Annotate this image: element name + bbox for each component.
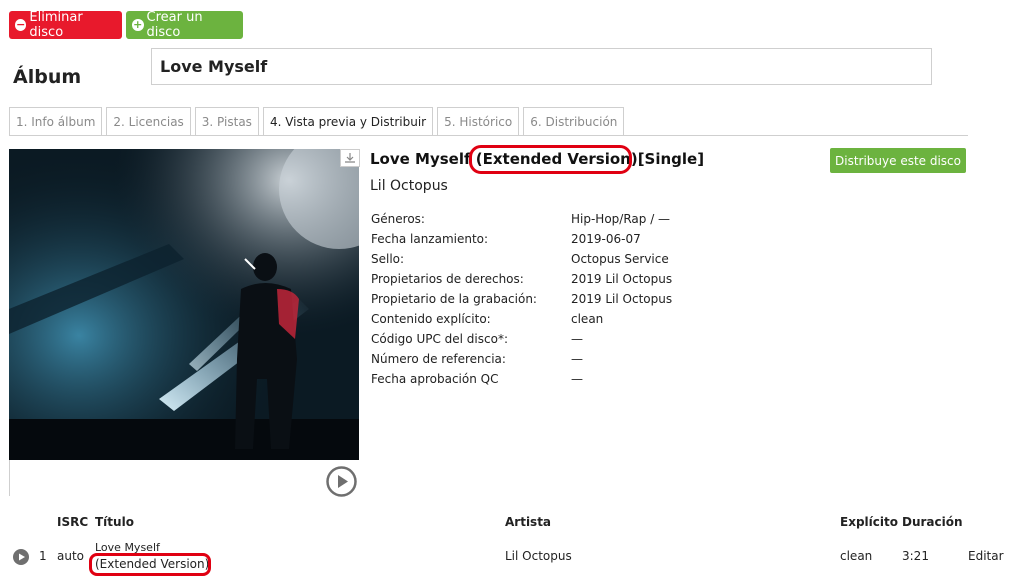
- detail-row-rights-owners: Propietarios de derechos: 2019 Lil Octop…: [371, 270, 971, 290]
- column-header-duration: Duración: [902, 515, 963, 529]
- tab-tracks[interactable]: 3. Pistas: [194, 107, 259, 135]
- tab-history[interactable]: 5. Histórico: [437, 107, 520, 135]
- track-duration: 3:21: [902, 549, 929, 563]
- detail-key: Número de referencia:: [371, 352, 506, 366]
- edit-track-link[interactable]: Editar: [968, 549, 1004, 563]
- release-details: Géneros: Hip-Hop/Rap / — Fecha lanzamien…: [371, 210, 971, 390]
- track-explicit: clean: [840, 549, 873, 563]
- column-header-title: Título: [95, 515, 134, 529]
- plus-icon: +: [132, 18, 144, 31]
- delete-release-button[interactable]: − Eliminar disco: [9, 10, 122, 40]
- distribute-release-button[interactable]: Distribuye este disco: [830, 148, 966, 173]
- play-preview-icon[interactable]: [326, 466, 357, 497]
- detail-key: Código UPC del disco*:: [371, 332, 508, 346]
- detail-value: —: [571, 332, 583, 346]
- detail-key: Sello:: [371, 252, 405, 266]
- detail-key: Propietario de la grabación:: [371, 292, 537, 306]
- play-track-icon[interactable]: [13, 549, 29, 565]
- detail-value: —: [571, 352, 583, 366]
- detail-key: Géneros:: [371, 212, 425, 226]
- tab-licenses[interactable]: 2. Licencias: [106, 107, 191, 135]
- detail-row-release-date: Fecha lanzamiento: 2019-06-07: [371, 230, 971, 250]
- detail-key: Fecha lanzamiento:: [371, 232, 489, 246]
- column-header-isrc: ISRC: [57, 515, 89, 529]
- track-artist: Lil Octopus: [505, 549, 572, 563]
- detail-key: Propietarios de derechos:: [371, 272, 524, 286]
- release-artist: Lil Octopus: [370, 178, 448, 194]
- tab-bar: 1. Info álbum 2. Licencias 3. Pistas 4. …: [9, 107, 628, 135]
- detail-value: Octopus Service: [571, 252, 669, 266]
- tab-distribution[interactable]: 6. Distribución: [523, 107, 625, 135]
- tab-divider: [9, 135, 968, 136]
- detail-row-qc-date: Fecha aprobación QC —: [371, 370, 971, 390]
- delete-release-label: Eliminar disco: [29, 10, 83, 40]
- track-isrc: auto: [57, 549, 85, 563]
- highlight-annotation: [89, 553, 211, 576]
- detail-value: Hip-Hop/Rap / —: [571, 212, 671, 226]
- cover-art-image: [9, 149, 359, 460]
- detail-value: clean: [571, 312, 604, 326]
- detail-key: Contenido explícito:: [371, 312, 491, 326]
- detail-value: 2019 Lil Octopus: [571, 292, 673, 306]
- create-release-button[interactable]: + Crear un disco: [126, 10, 243, 40]
- cover-divider: [9, 460, 10, 496]
- album-name-input[interactable]: [151, 48, 932, 85]
- minus-icon: −: [15, 18, 27, 31]
- detail-key: Fecha aprobación QC: [371, 372, 499, 386]
- detail-row-reference: Número de referencia: —: [371, 350, 971, 370]
- column-header-explicit: Explícito: [840, 515, 898, 529]
- create-release-label: Crear un disco: [146, 10, 203, 40]
- download-icon[interactable]: [340, 149, 360, 167]
- track-number: 1: [39, 549, 47, 563]
- release-title-type: [Single]: [637, 150, 705, 168]
- detail-value: —: [571, 372, 583, 386]
- detail-value: 2019-06-07: [571, 232, 641, 246]
- column-header-artist: Artista: [505, 515, 552, 529]
- detail-row-explicit: Contenido explícito: clean: [371, 310, 971, 330]
- detail-value: 2019 Lil Octopus: [571, 272, 673, 286]
- highlight-annotation: [469, 145, 632, 174]
- detail-row-label: Sello: Octopus Service: [371, 250, 971, 270]
- tab-album-info[interactable]: 1. Info álbum: [9, 107, 103, 135]
- detail-row-recording-owner: Propietario de la grabación: 2019 Lil Oc…: [371, 290, 971, 310]
- detail-row-upc: Código UPC del disco*: —: [371, 330, 971, 350]
- release-title-main: Love Myself: [370, 150, 471, 168]
- tab-preview-distribute[interactable]: 4. Vista previa y Distribuir: [262, 107, 434, 135]
- detail-row-genres: Géneros: Hip-Hop/Rap / —: [371, 210, 971, 230]
- album-heading: Álbum: [13, 66, 82, 88]
